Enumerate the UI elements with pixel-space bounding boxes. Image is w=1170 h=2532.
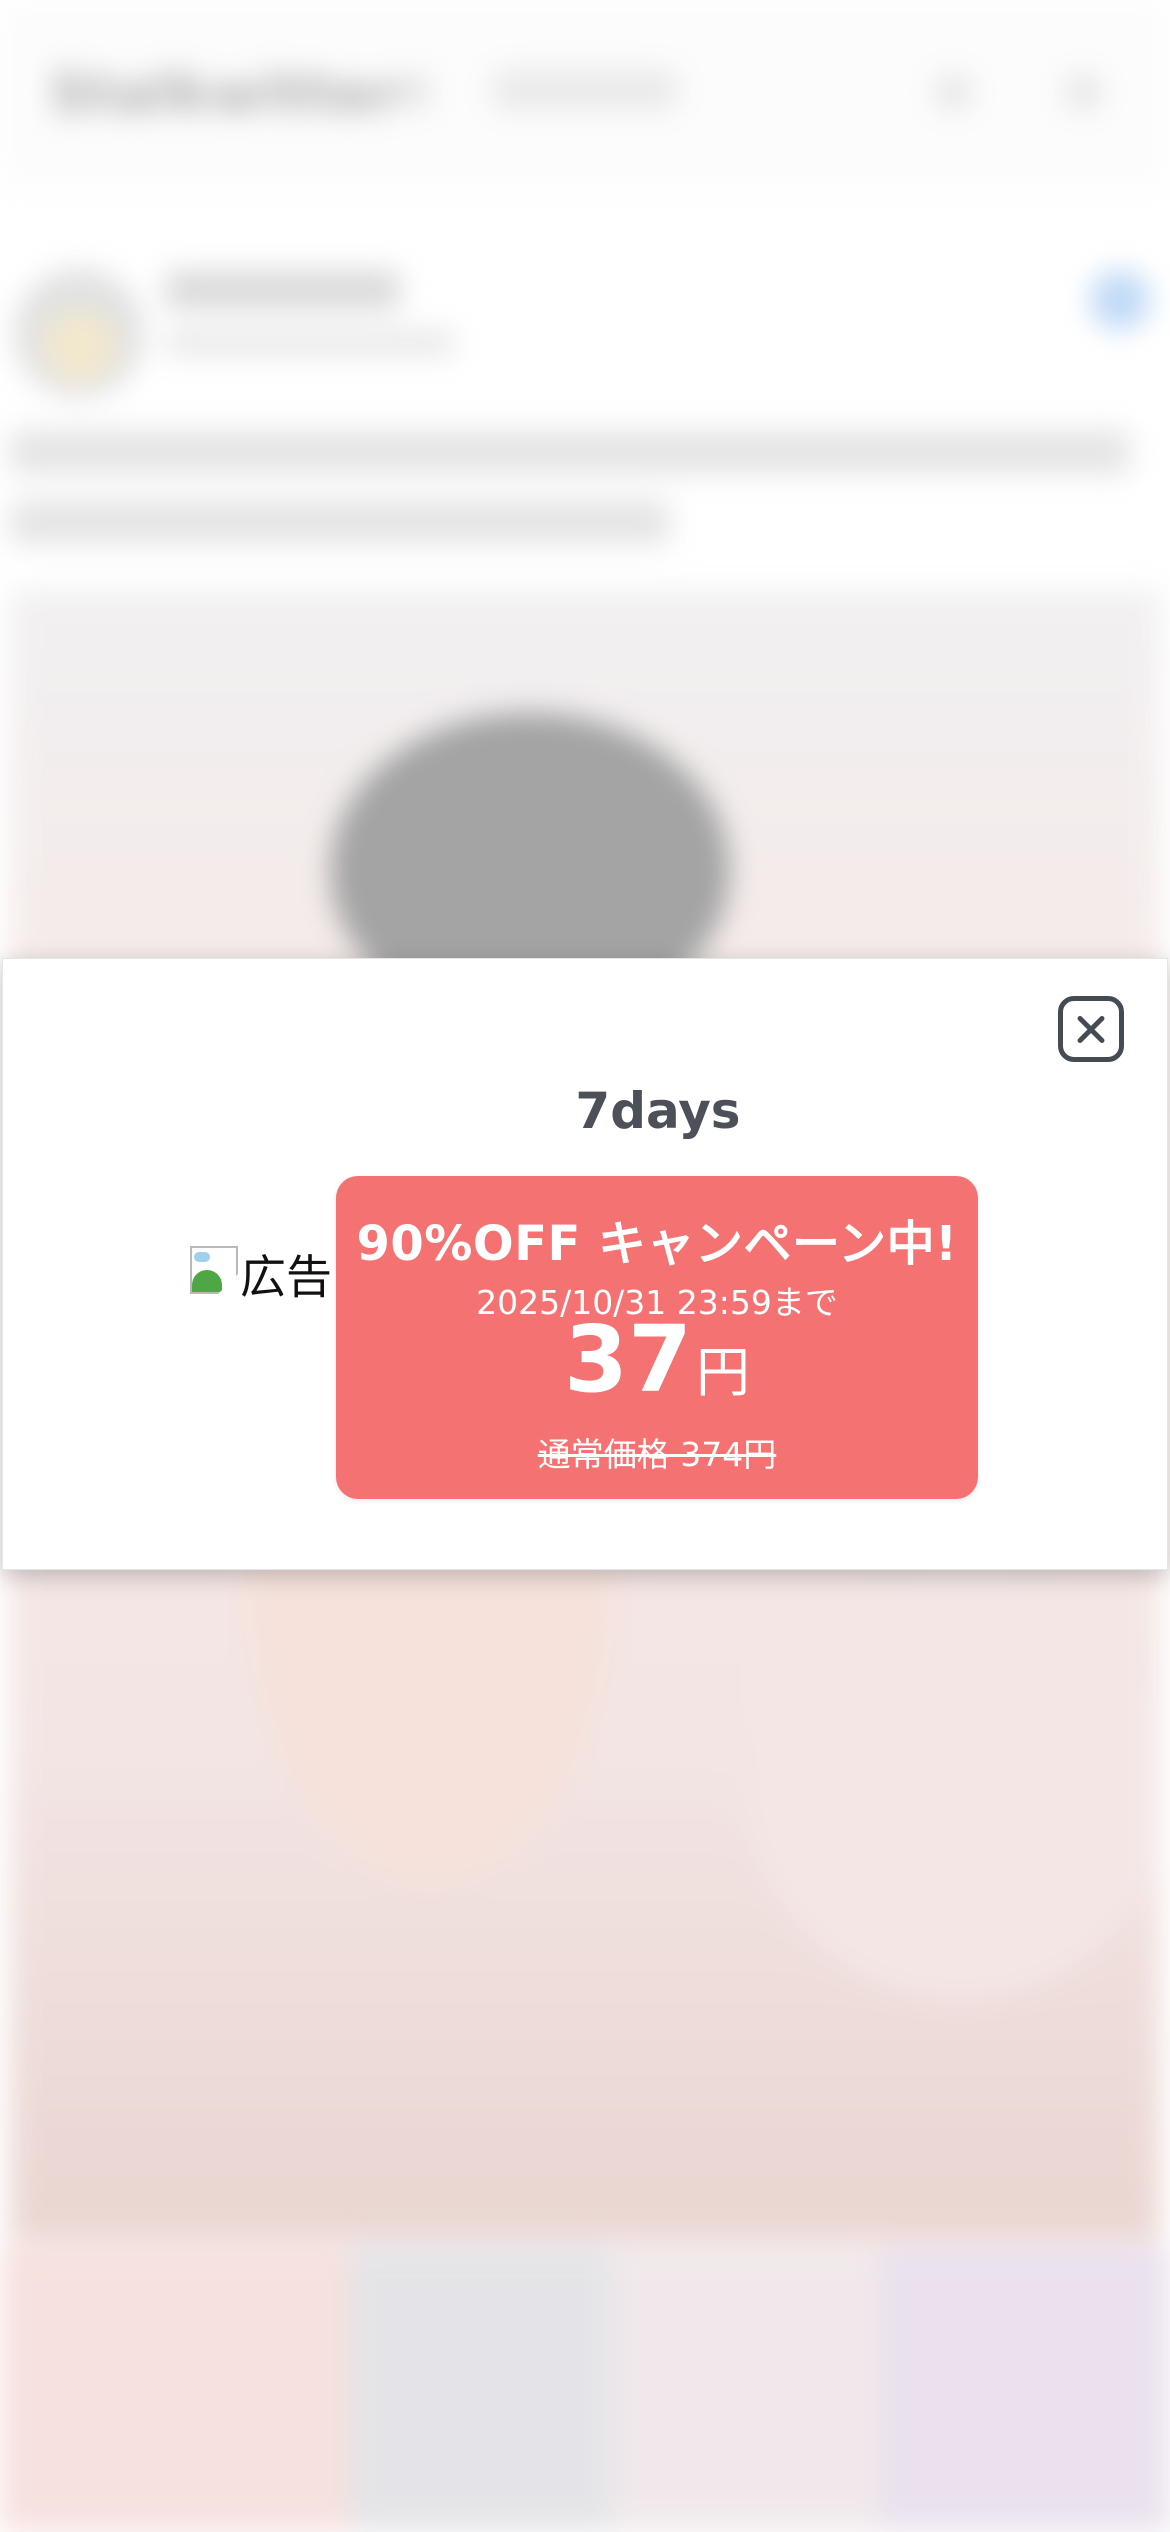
user-display-name[interactable] (165, 270, 400, 310)
thumbnail-item[interactable] (610, 2245, 880, 2532)
dropdown-icon[interactable] (395, 74, 431, 110)
promo-price: 37円 (336, 1314, 978, 1406)
ad-image[interactable]: 広告 (190, 1242, 332, 1306)
promo-price-unit: 円 (696, 1341, 751, 1404)
menu-icon[interactable] (1065, 74, 1101, 110)
verified-badge-icon (1090, 270, 1150, 330)
app-logo[interactable]: Stalkwitter (50, 62, 400, 125)
search-input[interactable] (490, 70, 680, 110)
thumbnail-item[interactable] (0, 2245, 350, 2532)
promo-banner[interactable]: 90%OFF キャンペーン中! 2025/10/31 23:59まで 37円 通… (336, 1176, 978, 1499)
close-icon[interactable] (1058, 996, 1124, 1062)
promo-headline: 90%OFF キャンペーン中! (356, 1216, 958, 1272)
app-header: Stalkwitter (0, 0, 1170, 190)
search-icon[interactable] (935, 74, 971, 110)
post-text-line (10, 430, 1130, 474)
broken-image-icon (190, 1246, 238, 1294)
ad-image-alt-text: 広告 (240, 1250, 332, 1304)
user-handle (165, 330, 455, 356)
modal-title: 7days (575, 1082, 741, 1140)
page: Stalkwitter 7days 広告 90%OFF キャンペーン中! 202… (0, 0, 1170, 2532)
post-text-line (10, 500, 670, 544)
avatar[interactable] (14, 268, 144, 398)
promo-regular-price: 通常価格 374円 (537, 1435, 777, 1474)
thumbnail-item[interactable] (350, 2245, 610, 2532)
thumbnail-item[interactable] (880, 2245, 1170, 2532)
promo-price-value: 37 (563, 1306, 693, 1413)
